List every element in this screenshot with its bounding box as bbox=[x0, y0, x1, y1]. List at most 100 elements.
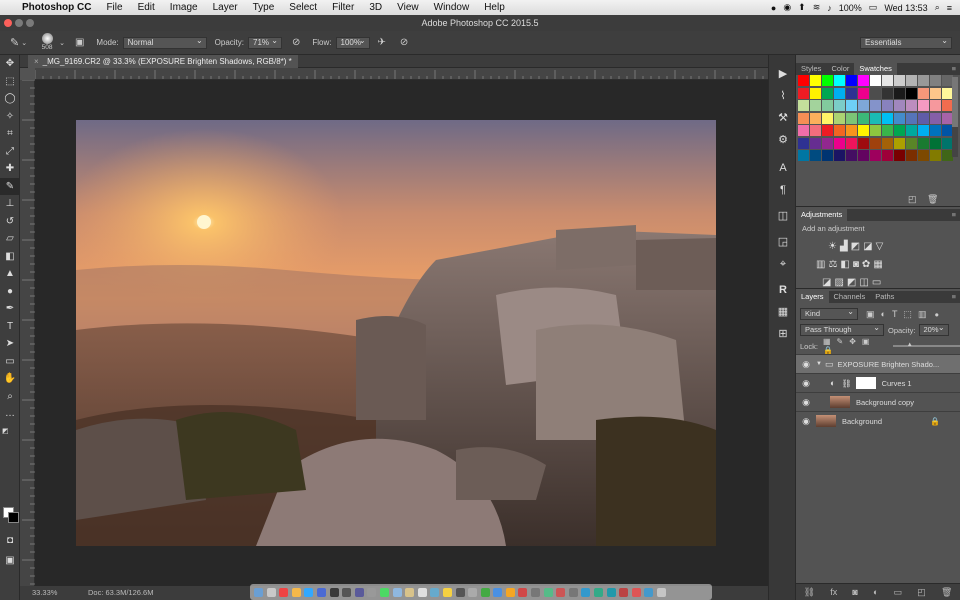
color-swatch[interactable] bbox=[822, 137, 833, 149]
hand-tool-icon[interactable]: ✋ bbox=[0, 370, 20, 388]
tab-styles[interactable]: Styles bbox=[796, 63, 826, 75]
character-panel-icon[interactable]: A bbox=[769, 157, 797, 179]
marquee-tool-icon[interactable]: ⬚ bbox=[0, 73, 20, 91]
zoom-window-button[interactable] bbox=[26, 19, 34, 27]
group-expand-icon[interactable]: ▼ bbox=[816, 361, 822, 367]
color-swatch[interactable] bbox=[930, 112, 941, 124]
color-swatch[interactable] bbox=[798, 100, 809, 111]
notes-dock-icon[interactable] bbox=[442, 587, 452, 597]
color-swatch[interactable] bbox=[798, 150, 809, 161]
color-swatch[interactable] bbox=[870, 125, 881, 136]
vibrance-icon[interactable]: ▽ bbox=[876, 241, 887, 252]
brush-opacity-field[interactable]: 71% bbox=[248, 36, 282, 49]
volume-icon[interactable]: ♪ bbox=[827, 3, 832, 13]
visibility-eye-icon[interactable]: ◉ bbox=[796, 416, 816, 427]
new-group-icon[interactable]: ▭ bbox=[894, 587, 903, 598]
visibility-eye-icon[interactable]: ◉ bbox=[796, 359, 816, 370]
tab-color[interactable]: Color bbox=[826, 63, 854, 75]
app-dock-icon[interactable] bbox=[468, 587, 478, 597]
lock-icons[interactable]: ▦✎✥▣🔒 bbox=[823, 337, 889, 355]
path-selection-tool-icon[interactable]: ➤ bbox=[0, 335, 20, 353]
messages-dock-icon[interactable] bbox=[379, 587, 389, 597]
battery-icon[interactable]: ▭ bbox=[869, 2, 878, 13]
color-swatch[interactable] bbox=[822, 125, 833, 136]
color-swatch[interactable] bbox=[858, 125, 869, 136]
paragraph-panel-icon[interactable]: ¶ bbox=[769, 179, 797, 201]
color-swatch[interactable] bbox=[894, 125, 905, 136]
healing-brush-tool-icon[interactable]: ✚ bbox=[0, 160, 20, 178]
vertical-ruler[interactable] bbox=[20, 79, 35, 586]
tab-layers[interactable]: Layers bbox=[796, 291, 829, 303]
menu-image[interactable]: Image bbox=[170, 2, 198, 13]
color-swatch[interactable] bbox=[834, 137, 845, 149]
invert-icon[interactable]: ◪ bbox=[822, 277, 834, 288]
brush-panel-icon[interactable]: ⌇ bbox=[769, 85, 797, 107]
color-swatch[interactable] bbox=[906, 87, 917, 99]
delete-swatch-icon[interactable]: 🗑 bbox=[927, 194, 938, 205]
color-swatch[interactable] bbox=[882, 125, 893, 136]
curves-icon[interactable]: ◩ bbox=[851, 241, 863, 252]
brightness-contrast-icon[interactable]: ☀ bbox=[828, 241, 840, 252]
color-swatch[interactable] bbox=[810, 87, 821, 99]
color-swatch[interactable] bbox=[906, 100, 917, 111]
app-dock-icon[interactable] bbox=[531, 587, 541, 597]
layer-style-icon[interactable]: fx bbox=[830, 587, 837, 597]
new-layer-icon[interactable]: ◰ bbox=[917, 587, 926, 598]
filter-toggle-icon[interactable]: ● bbox=[934, 310, 939, 319]
color-swatch[interactable] bbox=[822, 100, 833, 111]
background-color-swatch[interactable] bbox=[8, 512, 19, 523]
navigator-panel-icon[interactable]: ⌖ bbox=[769, 253, 797, 275]
notification-icon[interactable]: ◉ bbox=[783, 2, 791, 13]
hue-saturation-icon[interactable]: ▥ bbox=[816, 259, 828, 270]
threshold-icon[interactable]: ◩ bbox=[847, 277, 859, 288]
color-swatch[interactable] bbox=[882, 112, 893, 124]
airbrush-icon[interactable]: ✈ bbox=[378, 37, 386, 48]
menu-edit[interactable]: Edit bbox=[138, 2, 155, 13]
color-swatch[interactable] bbox=[858, 150, 869, 161]
app-dock-icon[interactable] bbox=[505, 587, 515, 597]
menu-file[interactable]: File bbox=[106, 2, 122, 13]
workspace-dropdown[interactable]: Essentials bbox=[860, 36, 952, 49]
layer-opacity-field[interactable]: 20% bbox=[918, 323, 949, 336]
color-swatch[interactable] bbox=[798, 125, 809, 136]
mode-dropdown[interactable]: Normal bbox=[122, 36, 207, 49]
flow-field[interactable]: 100% bbox=[335, 36, 370, 49]
app-dock-icon[interactable] bbox=[606, 587, 616, 597]
color-swatch[interactable] bbox=[822, 112, 833, 124]
app-dock-icon[interactable] bbox=[644, 587, 654, 597]
quick-select-tool-icon[interactable]: ✧ bbox=[0, 108, 20, 126]
lasso-tool-icon[interactable]: ◯ bbox=[0, 90, 20, 108]
menu-view[interactable]: View bbox=[397, 2, 419, 13]
menu-window[interactable]: Window bbox=[434, 2, 470, 13]
blend-mode-dropdown[interactable]: Pass Through bbox=[800, 323, 884, 336]
color-swatch[interactable] bbox=[930, 75, 941, 86]
move-tool-icon[interactable]: ✥ bbox=[0, 55, 20, 73]
app-dock-icon[interactable] bbox=[543, 587, 553, 597]
more-tools-icon[interactable]: … bbox=[0, 405, 20, 423]
visibility-eye-icon[interactable]: ◉ bbox=[796, 397, 816, 408]
upload-icon[interactable]: ⬆ bbox=[798, 2, 806, 13]
pressure-opacity-icon[interactable]: ⊘ bbox=[292, 37, 300, 48]
link-icon[interactable]: ⛓ bbox=[841, 379, 851, 388]
color-swatch[interactable] bbox=[846, 100, 857, 111]
chrome-dock-icon[interactable] bbox=[279, 587, 289, 597]
layer-thumbnail[interactable] bbox=[830, 396, 850, 408]
pressure-size-icon[interactable]: ⊘ bbox=[400, 37, 408, 48]
exposure-icon[interactable]: ◪ bbox=[863, 241, 875, 252]
color-swatch[interactable] bbox=[798, 87, 809, 99]
color-swatch[interactable] bbox=[810, 75, 821, 86]
color-swatch[interactable] bbox=[858, 137, 869, 149]
creative-cloud-icon[interactable]: ● bbox=[771, 3, 776, 13]
color-swatch[interactable] bbox=[894, 100, 905, 111]
plugin-panel-icon[interactable]: ▦ bbox=[769, 301, 797, 323]
color-swatch[interactable] bbox=[846, 75, 857, 86]
color-swatch[interactable] bbox=[918, 87, 929, 99]
color-swatch[interactable] bbox=[870, 112, 881, 124]
app-dock-icon[interactable] bbox=[581, 587, 591, 597]
color-swatch[interactable] bbox=[798, 112, 809, 124]
color-swatch[interactable] bbox=[810, 137, 821, 149]
app-dock-icon[interactable] bbox=[568, 587, 578, 597]
layer-filter-icons[interactable]: ▣◐T⬚▥ bbox=[866, 309, 932, 320]
rectangle-tool-icon[interactable]: ▭ bbox=[0, 353, 20, 371]
menu-filter[interactable]: Filter bbox=[332, 2, 354, 13]
